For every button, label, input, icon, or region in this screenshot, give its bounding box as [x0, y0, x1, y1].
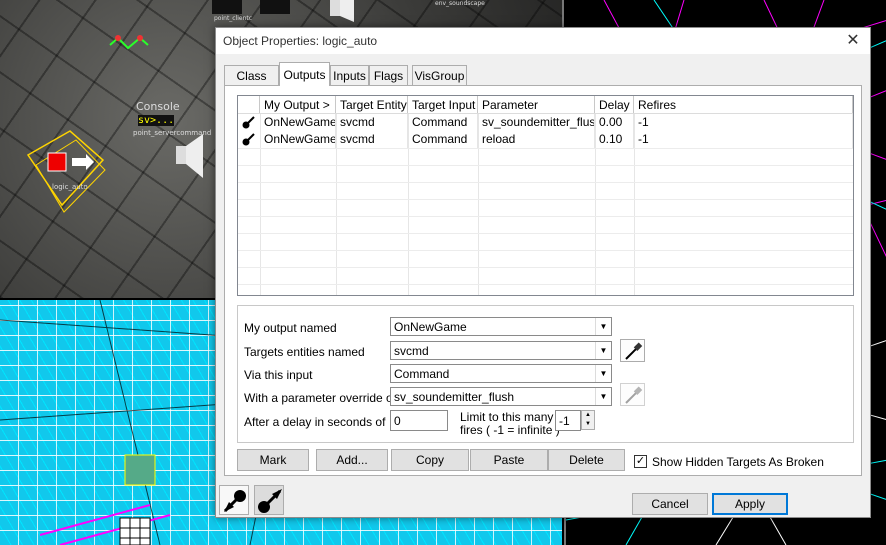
param-label: With a parameter override of — [244, 391, 397, 405]
show-hidden-label: Show Hidden Targets As Broken — [652, 455, 824, 469]
tab-class-info[interactable]: Class Info — [224, 65, 279, 97]
col-refires[interactable]: Refires — [634, 96, 853, 113]
tab-outputs[interactable]: Outputs — [279, 62, 330, 86]
dialog-title: Object Properties: logic_auto — [223, 34, 378, 48]
console-entity-label: Console — [136, 100, 180, 113]
add-button[interactable]: Add... — [316, 449, 388, 471]
cell-output: OnNewGame — [260, 114, 336, 131]
target-label: Targets entities named — [244, 345, 365, 359]
cell-output: OnNewGame — [260, 131, 336, 148]
eyedropper-icon — [625, 386, 643, 404]
limit-fires-input[interactable]: -1 — [555, 410, 581, 431]
input-mode-button[interactable] — [254, 485, 284, 515]
output-arrow-icon — [223, 490, 246, 513]
cell-target: svcmd — [336, 114, 408, 131]
cell-input: Command — [408, 131, 478, 148]
cell-delay: 0.00 — [595, 114, 634, 131]
output-connection-icon — [242, 133, 255, 146]
input-select[interactable]: Command ▼ — [390, 364, 612, 383]
console-caption: point_servercommand — [133, 129, 212, 137]
col-parameter[interactable]: Parameter — [478, 96, 595, 113]
title-bar[interactable]: Object Properties: logic_auto ✕ — [216, 28, 870, 54]
top-label-soundscape: env_soundscape — [435, 0, 485, 7]
col-delay[interactable]: Delay — [595, 96, 634, 113]
param-select-value: sv_soundemitter_flush — [394, 390, 515, 404]
cell-target: svcmd — [336, 131, 408, 148]
target-select[interactable]: svcmd ▼ — [390, 341, 612, 360]
console-tag: sv>... — [138, 115, 175, 126]
input-label: Via this input — [244, 368, 313, 382]
input-arrow-icon — [258, 489, 282, 513]
chevron-down-icon[interactable]: ▼ — [595, 318, 611, 335]
cell-refires: -1 — [634, 114, 853, 131]
delay-label: After a delay in seconds of — [244, 415, 386, 429]
output-select-value: OnNewGame — [394, 320, 467, 334]
limit-label-line1: Limit to this many — [460, 410, 554, 424]
close-button[interactable]: ✕ — [836, 28, 870, 54]
tab-inputs[interactable]: Inputs — [330, 65, 369, 85]
cell-input: Command — [408, 114, 478, 131]
mark-button[interactable]: Mark — [237, 449, 309, 471]
show-hidden-checkbox[interactable]: ✓ — [634, 455, 647, 468]
eyedropper-icon — [625, 342, 643, 360]
chevron-down-icon[interactable]: ▼ — [595, 365, 611, 382]
col-target-entity[interactable]: Target Entity — [336, 96, 408, 113]
delete-button[interactable]: Delete — [548, 449, 625, 471]
cell-parameter: sv_soundemitter_flush — [478, 114, 595, 131]
list-header: My Output > Target Entity Target Input P… — [238, 96, 853, 114]
paste-button[interactable]: Paste — [470, 449, 548, 471]
chevron-down-icon[interactable]: ▼ — [595, 342, 611, 359]
tab-visgroup[interactable]: VisGroup — [412, 65, 467, 85]
logic-caption: logic_auto — [52, 183, 88, 191]
pick-target-button[interactable] — [620, 339, 645, 362]
input-select-value: Command — [394, 367, 450, 381]
output-mode-button[interactable] — [219, 485, 249, 515]
output-label: My output named — [244, 321, 337, 335]
speaker-icon — [176, 134, 203, 178]
logic-auto-entity — [26, 130, 106, 213]
outputs-panel: My Output > Target Entity Target Input P… — [224, 85, 862, 476]
tab-flags[interactable]: Flags — [369, 65, 408, 85]
chevron-down-icon[interactable]: ▼ — [595, 388, 611, 405]
table-row[interactable]: OnNewGame svcmd Command sv_soundemitter_… — [238, 114, 853, 131]
object-properties-dialog: Object Properties: logic_auto ✕ Class In… — [215, 27, 871, 518]
limit-label-line2: fires ( -1 = infinite ) — [460, 423, 560, 437]
cell-delay: 0.10 — [595, 131, 634, 148]
apply-button[interactable]: Apply — [712, 493, 788, 515]
outputs-list[interactable]: My Output > Target Entity Target Input P… — [237, 95, 854, 296]
delay-input[interactable]: 0 — [390, 410, 448, 431]
output-select[interactable]: OnNewGame ▼ — [390, 317, 612, 336]
table-row[interactable]: OnNewGame svcmd Command reload 0.10 -1 — [238, 131, 853, 148]
speaker-icon-top — [330, 0, 354, 22]
output-connection-icon — [242, 116, 255, 129]
col-target-input[interactable]: Target Input — [408, 96, 478, 113]
limit-fires-spinner[interactable]: ▲ ▼ — [581, 410, 595, 430]
cell-parameter: reload — [478, 131, 595, 148]
target-select-value: svcmd — [394, 344, 429, 358]
output-edit-group: My output named OnNewGame ▼ Targets enti… — [237, 305, 854, 443]
top-label-client: point_clientc — [214, 15, 253, 22]
cancel-button[interactable]: Cancel — [632, 493, 708, 515]
param-select[interactable]: sv_soundemitter_flush ▼ — [390, 387, 612, 406]
copy-button[interactable]: Copy — [391, 449, 469, 471]
col-my-output[interactable]: My Output > — [260, 96, 336, 113]
pick-param-button[interactable] — [620, 383, 645, 406]
cell-refires: -1 — [634, 131, 853, 148]
